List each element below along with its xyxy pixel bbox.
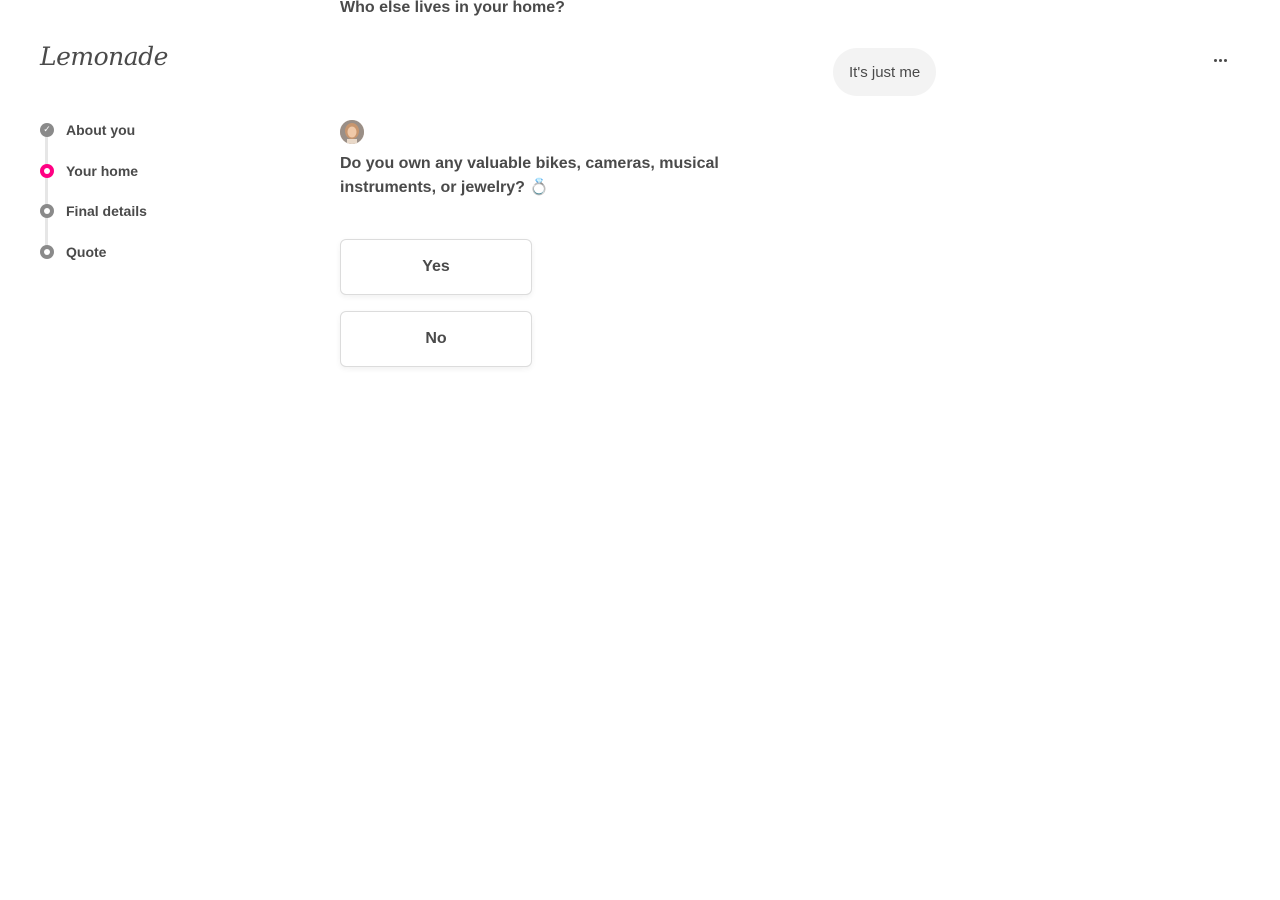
- progress-steps: ✓ About you Your home Final details Quot…: [40, 120, 240, 282]
- step-pending-icon: [40, 204, 54, 218]
- step-label: Your home: [66, 162, 139, 179]
- more-dots-icon-dot: [1218, 58, 1222, 62]
- more-dots-icon: [1213, 58, 1217, 62]
- assistant-avatar: [340, 120, 364, 144]
- more-dots-icon-dot: [1223, 58, 1227, 62]
- step-pending-icon: [40, 244, 54, 259]
- lemonade-logo[interactable]: Lemonade: [40, 42, 168, 71]
- step-label: About you: [66, 122, 136, 138]
- step-quote[interactable]: Quote: [40, 242, 240, 262]
- step-active-icon: [40, 163, 54, 178]
- progress-line: [45, 130, 48, 252]
- current-question: Do you own any valuable bikes, cameras, …: [340, 155, 719, 196]
- step-label: Final details: [66, 203, 147, 219]
- yes-button[interactable]: Yes: [340, 239, 532, 295]
- step-about-you[interactable]: ✓ About you: [40, 120, 240, 140]
- previous-question: Who else lives in your home?: [340, 0, 565, 16]
- no-button[interactable]: No: [340, 311, 532, 367]
- assistant-avatar-image: [340, 120, 364, 144]
- step-label: Quote: [66, 243, 107, 260]
- step-your-home[interactable]: Your home: [40, 161, 240, 181]
- step-done-check-icon: ✓: [40, 123, 54, 137]
- step-final-details[interactable]: Final details: [40, 201, 240, 221]
- more-options-button[interactable]: [1206, 50, 1234, 70]
- user-answer-bubble: It's just me: [833, 48, 937, 96]
